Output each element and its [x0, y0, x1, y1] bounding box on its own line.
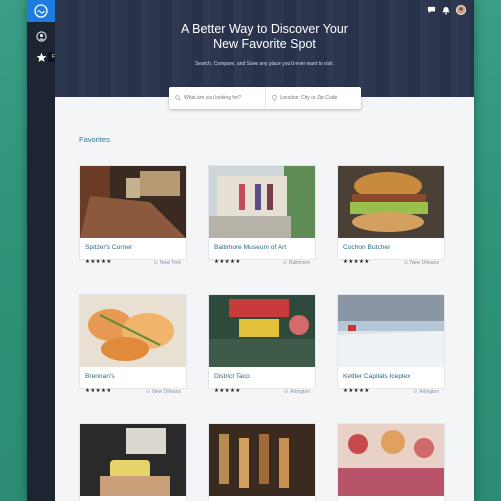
star-rating: ★★★★★: [85, 388, 112, 394]
star-rating: ★★★★★: [214, 388, 241, 394]
place-location: ⊙ New Orleans: [146, 389, 181, 395]
place-location-text: New Orleans: [152, 389, 181, 395]
place-location-text: Arlington: [290, 389, 310, 395]
location-pin-icon: ⊙: [145, 389, 151, 395]
place-card[interactable]: Baltimore Museum of Art ★★★★★ ⊙ Baltimore: [208, 165, 316, 266]
place-location: ⊙ New York: [154, 260, 181, 266]
location-pin-icon: ⊙: [153, 260, 158, 266]
place-name: District Taco: [214, 373, 250, 380]
brand-logo[interactable]: [27, 0, 55, 22]
place-photo: [209, 295, 315, 367]
header-icons: [427, 5, 466, 15]
sidebar-item-favorites[interactable]: [34, 50, 48, 64]
place-name: Cochon Butcher: [343, 244, 391, 251]
place-location: ⊙ Baltimore: [283, 260, 310, 266]
hero-title: A Better Way to Discover Your New Favori…: [55, 22, 474, 52]
place-photo: [80, 295, 186, 367]
location-pin-icon: ⊙: [413, 389, 418, 395]
place-photo: [80, 424, 186, 496]
place-card[interactable]: [79, 423, 187, 501]
user-circle-icon: [35, 30, 47, 42]
place-location-text: New Orleans: [410, 260, 439, 266]
place-name: Brennan's: [85, 373, 115, 380]
place-photo: [338, 166, 444, 238]
place-location-text: Baltimore: [288, 260, 310, 266]
location-pin-icon: ⊙: [403, 260, 409, 266]
place-location: ⊙ New Orleans: [404, 260, 439, 266]
logo-icon: [34, 4, 48, 18]
star-rating: ★★★★★: [343, 259, 370, 265]
hero-title-line2: New Favorite Spot: [213, 37, 316, 51]
place-photo: [209, 166, 315, 238]
place-location-text: Arlington: [419, 389, 439, 395]
avatar[interactable]: [456, 5, 466, 15]
star-rating: ★★★★★: [343, 388, 370, 394]
app-window: Favorites A Better Way to Discover Your …: [27, 0, 474, 501]
place-location: ⊙ Arlington: [284, 389, 310, 395]
hero-banner: A Better Way to Discover Your New Favori…: [55, 0, 474, 97]
place-photo: [209, 424, 315, 496]
place-name: Spitzer's Corner: [85, 244, 133, 251]
place-name: Baltimore Museum of Art: [214, 244, 287, 251]
star-rating: ★★★★★: [85, 259, 112, 265]
hero-subtitle: Search, Compare, and Save any place you'…: [194, 61, 335, 67]
bell-icon[interactable]: [442, 6, 450, 15]
sidebar: [27, 0, 55, 501]
place-card[interactable]: Spitzer's Corner ★★★★★ ⊙ New York: [79, 165, 187, 266]
place-card[interactable]: [208, 423, 316, 501]
place-photo: [338, 424, 444, 496]
place-photo: [80, 166, 186, 238]
section-title: Favorites: [79, 135, 110, 144]
star-rating: ★★★★★: [214, 259, 241, 265]
location-pin-icon: ⊙: [282, 260, 287, 266]
chat-icon[interactable]: [427, 6, 436, 14]
place-photo: [338, 295, 444, 367]
star-icon: [36, 52, 46, 62]
location-pin-icon: ⊙: [284, 389, 289, 395]
place-card[interactable]: [337, 423, 445, 501]
sidebar-item-profile[interactable]: [34, 29, 48, 43]
hero-title-line1: A Better Way to Discover Your: [181, 22, 348, 36]
main-content: Favorites Spitzer's Corner ★★★★★ ⊙ New Yo…: [55, 97, 474, 501]
place-location-text: New York: [159, 260, 181, 266]
place-name: Kettler Capitals Iceplex: [343, 373, 411, 380]
place-card[interactable]: Brennan's ★★★★★ ⊙ New Orleans: [79, 294, 187, 395]
place-card[interactable]: Cochon Butcher ★★★★★ ⊙ New Orleans: [337, 165, 445, 266]
place-card[interactable]: Kettler Capitals Iceplex ★★★★★ ⊙ Arlingto…: [337, 294, 445, 395]
place-card[interactable]: District Taco ★★★★★ ⊙ Arlington: [208, 294, 316, 395]
place-location: ⊙ Arlington: [413, 389, 439, 395]
